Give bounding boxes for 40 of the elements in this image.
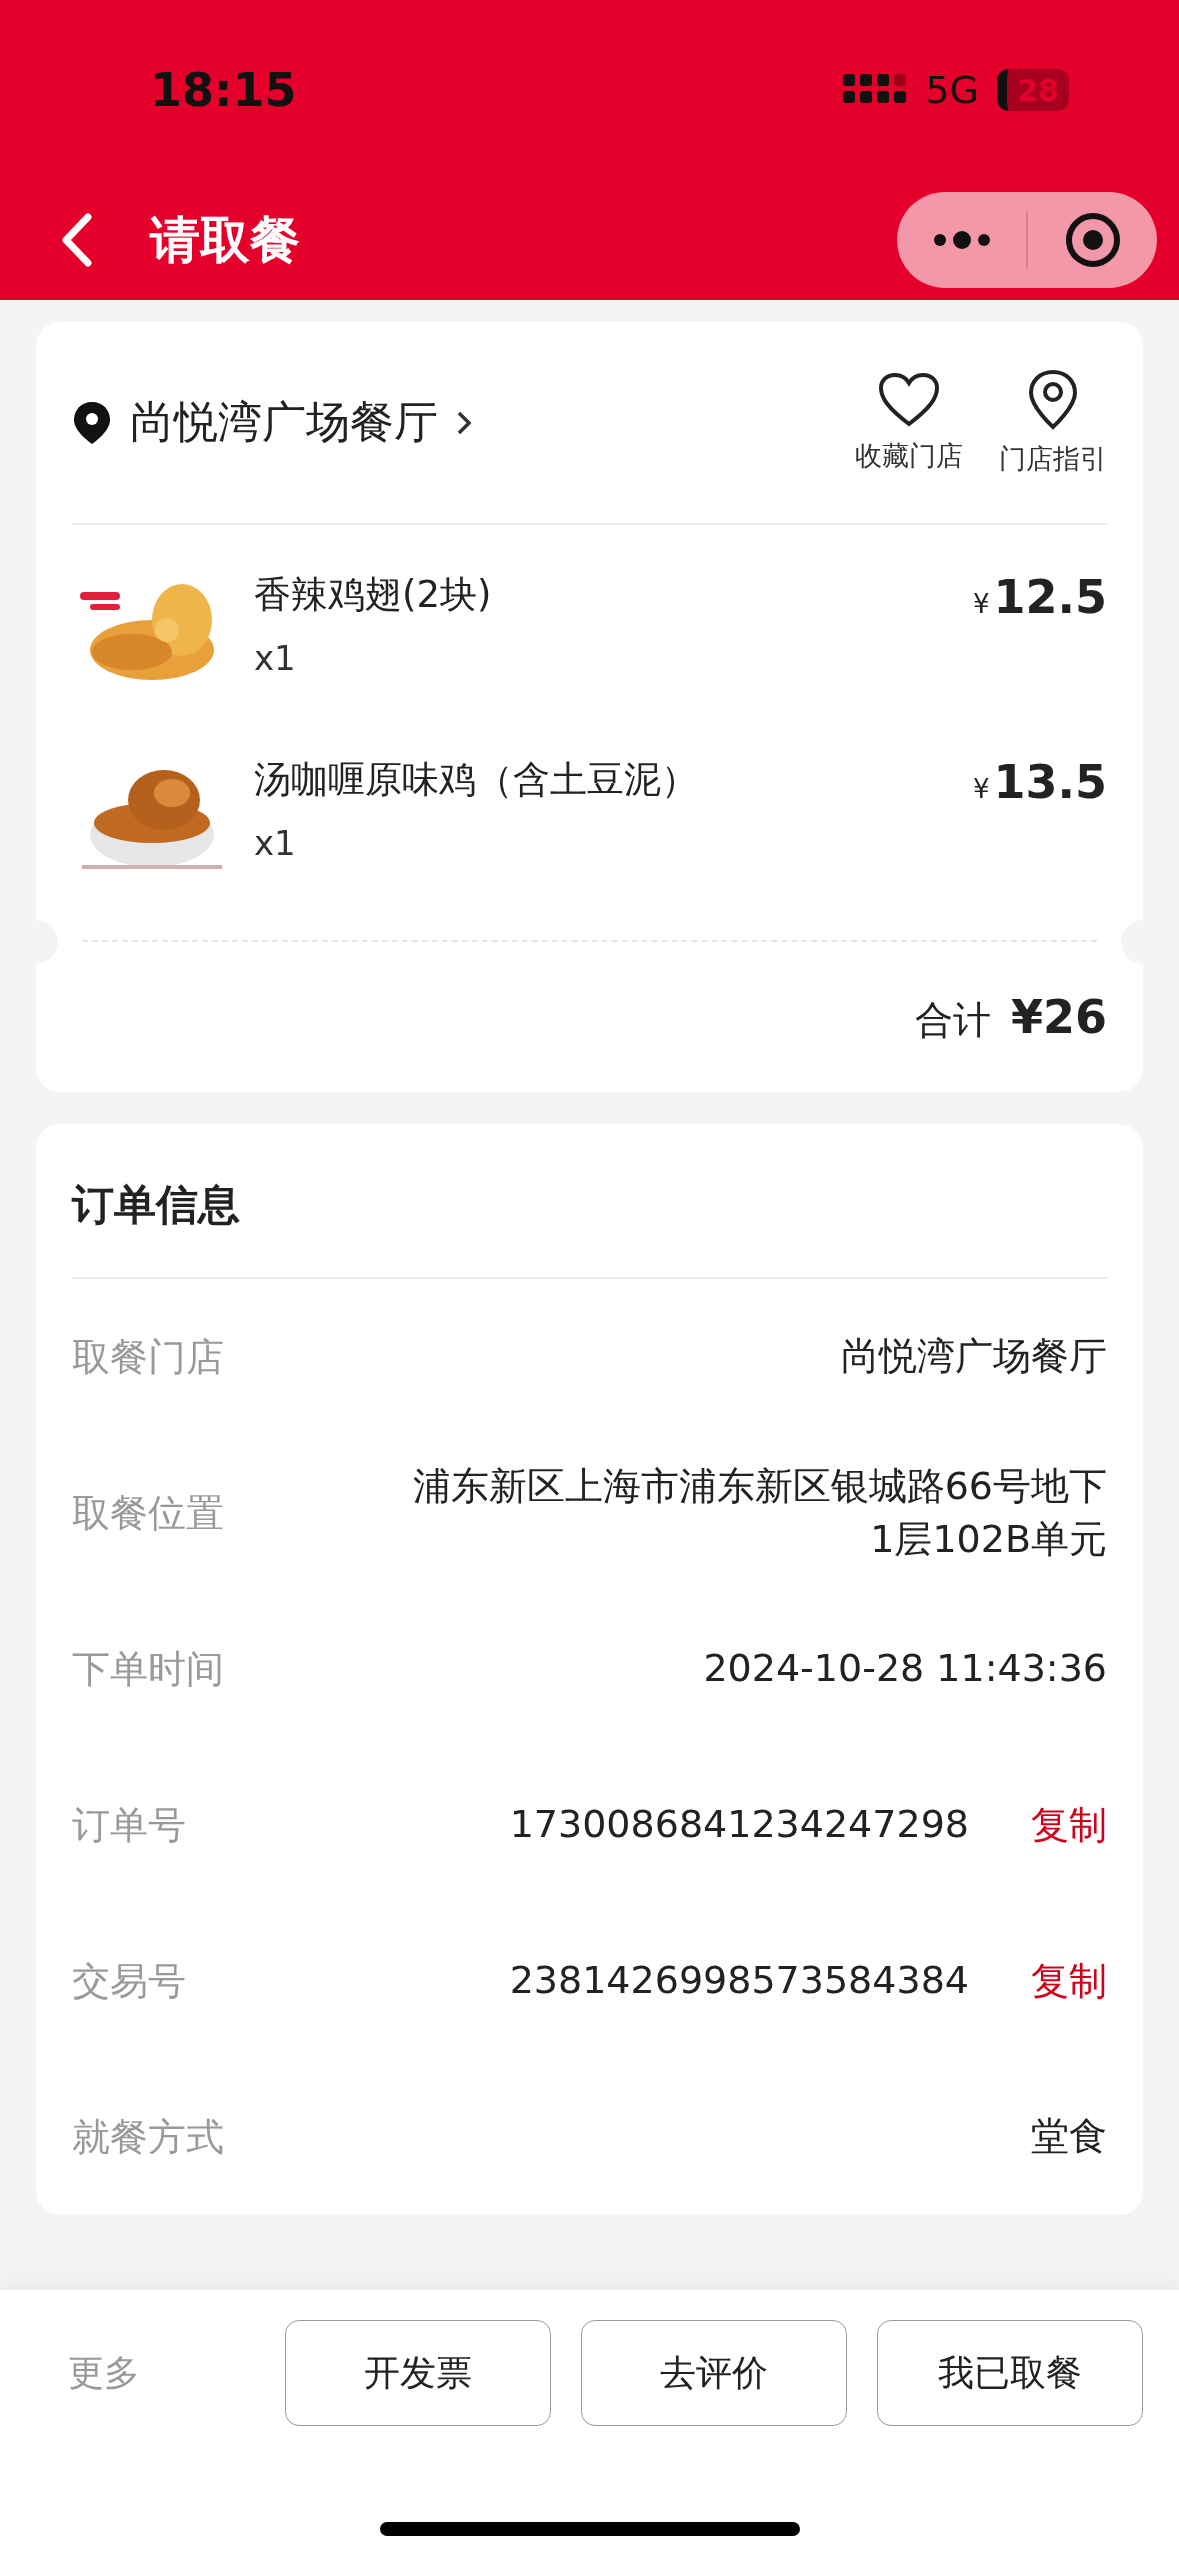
- action-button[interactable]: 开发票: [285, 2320, 551, 2426]
- info-label: 下单时间: [72, 1645, 224, 1693]
- page-title: 请取餐: [150, 209, 301, 271]
- info-value: 1730086841234247298: [509, 1801, 969, 1849]
- copy-link[interactable]: 复制: [1031, 1955, 1107, 2007]
- location-pin-icon: [1027, 368, 1079, 431]
- store-guide-button[interactable]: 门店指引: [999, 368, 1107, 477]
- total-label: 合计: [914, 997, 991, 1044]
- info-label: 订单号: [72, 1801, 186, 1849]
- info-value: 2024-10-28 11:43:36: [703, 1645, 1107, 1693]
- action-button[interactable]: 去评价: [581, 2320, 847, 2426]
- section-title: 订单信息: [72, 1124, 1107, 1279]
- info-value: 尚悦湾广场餐厅: [841, 1333, 1107, 1381]
- info-label: 取餐位置: [72, 1489, 224, 1537]
- info-label: 取餐门店: [72, 1333, 224, 1381]
- network-label: 5G: [925, 68, 979, 112]
- info-value: 堂食: [1031, 2113, 1107, 2161]
- total-amount: ¥26: [1010, 990, 1107, 1044]
- battery-level: 28: [997, 69, 1069, 111]
- dots-icon: [931, 230, 992, 250]
- info-label: 交易号: [72, 1957, 186, 2005]
- info-value: 浦东新区上海市浦东新区银城路66号地下1层102B单元: [411, 1462, 1107, 1563]
- heart-icon: [878, 371, 940, 428]
- favorite-store-button[interactable]: 收藏门店: [855, 371, 963, 474]
- copy-link[interactable]: 复制: [1031, 1799, 1107, 1851]
- chevron-right-icon: [456, 409, 472, 436]
- store-link[interactable]: 尚悦湾广场餐厅: [72, 393, 819, 452]
- item-quantity: x1: [254, 638, 297, 678]
- target-icon: [1064, 212, 1121, 268]
- item-name: 汤咖喱原味鸡（含土豆泥）: [254, 757, 699, 803]
- info-label: 就餐方式: [72, 2113, 224, 2161]
- location-pin-icon: [72, 399, 112, 446]
- item-price: ¥13.5: [972, 755, 1107, 811]
- item-quantity: x1: [254, 823, 297, 863]
- info-value: 2381426998573584384: [509, 1957, 969, 2005]
- item-price: ¥12.5: [972, 570, 1107, 626]
- status-time: 18:15: [150, 63, 297, 117]
- back-icon[interactable]: [60, 213, 94, 267]
- item-name: 香辣鸡翅(2块): [254, 572, 493, 618]
- action-button[interactable]: 我已取餐: [877, 2320, 1143, 2426]
